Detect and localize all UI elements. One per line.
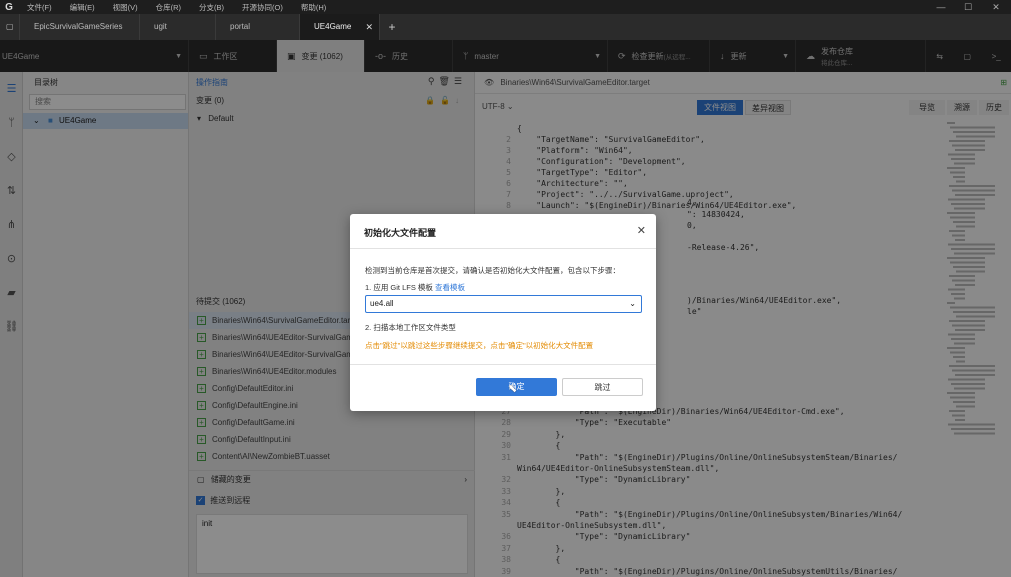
step2-text: 2. 扫描本地工作区文件类型 xyxy=(365,323,456,332)
dialog-divider xyxy=(350,248,656,249)
dialog-divider xyxy=(350,364,656,365)
tab-portal[interactable]: portal xyxy=(216,14,300,40)
minimize-icon[interactable]: — xyxy=(928,0,954,14)
tab-label: EpicSurvivalGameSeries xyxy=(34,22,123,31)
close-icon[interactable]: ✕ xyxy=(637,224,646,237)
lfs-init-dialog: 初始化大文件配置 ✕ 检测到当前仓库是首次提交，请确认是否初始化大文件配置，包含… xyxy=(350,214,656,411)
menu-edit[interactable]: 编辑(E) xyxy=(61,2,104,13)
dialog-description: 检测到当前仓库是首次提交，请确认是否初始化大文件配置，包含以下步骤： xyxy=(365,266,620,275)
chevron-down-icon: ⌄ xyxy=(629,299,636,308)
mouse-cursor-icon: ⬉ xyxy=(508,383,518,395)
tab-label: ugit xyxy=(154,22,167,31)
add-tab-icon[interactable]: + xyxy=(380,14,404,40)
menu-collab[interactable]: 开源协同(O) xyxy=(233,2,292,13)
step1-line: 1. 应用 Git LFS 模板 查看模板 xyxy=(365,282,465,293)
close-window-icon[interactable]: ✕ xyxy=(983,0,1009,14)
tab-ue4game[interactable]: UE4Game ✕ xyxy=(300,14,380,40)
template-select[interactable]: ue4.all ⌄ xyxy=(365,295,642,313)
skip-button[interactable]: 跳过 xyxy=(562,378,643,396)
menu-view[interactable]: 视图(V) xyxy=(104,2,147,13)
menu-branch[interactable]: 分支(B) xyxy=(190,2,233,13)
menu-help[interactable]: 帮助(H) xyxy=(292,2,335,13)
step1-text: 1. 应用 Git LFS 模板 xyxy=(365,283,433,292)
tab-label: UE4Game xyxy=(314,22,352,31)
menu-repo[interactable]: 仓库(R) xyxy=(147,2,190,13)
close-tab-icon[interactable]: ✕ xyxy=(365,14,373,40)
repo-tab-bar: ▢ EpicSurvivalGameSeries ugit portal UE4… xyxy=(0,14,1011,40)
dialog-title: 初始化大文件配置 xyxy=(364,228,437,238)
menu-file[interactable]: 文件(F) xyxy=(18,2,61,13)
tab-ugit[interactable]: ugit xyxy=(140,14,216,40)
app-logo-icon: G xyxy=(5,1,13,13)
tab-epicsurvivalgameseries[interactable]: EpicSurvivalGameSeries xyxy=(20,14,140,40)
view-template-link[interactable]: 查看模板 xyxy=(435,283,465,292)
dialog-hint: 点击"跳过"以跳过这些步骤继续提交，点击"确定"以初始化大文件配置 xyxy=(365,341,594,350)
maximize-icon[interactable]: ☐ xyxy=(955,0,981,14)
tab-label: portal xyxy=(230,22,251,31)
menu-bar: G 文件(F) 编辑(E) 视图(V) 仓库(R) 分支(B) 开源协同(O) … xyxy=(0,0,1011,14)
template-value: ue4.all xyxy=(370,299,394,308)
tab-folder-icon[interactable]: ▢ xyxy=(0,14,20,40)
